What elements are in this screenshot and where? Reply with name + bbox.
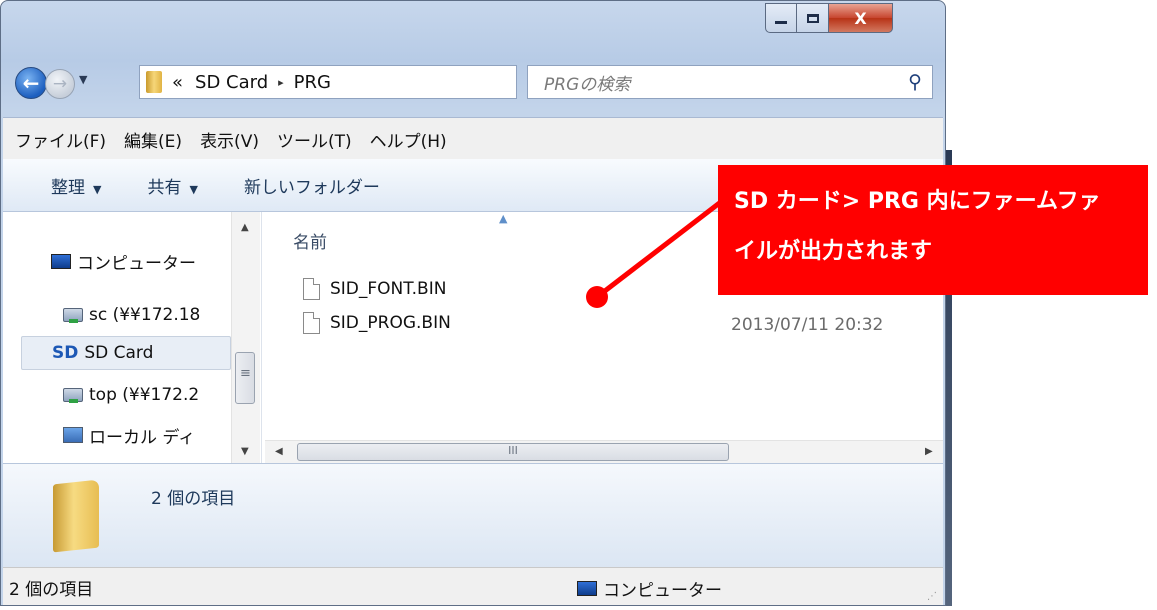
callout-line-1: SD カード> PRG 内にファームファ (734, 189, 1101, 214)
callout-dot (586, 286, 608, 308)
callout-pointer (586, 196, 728, 308)
callout-line (595, 196, 728, 299)
annotation-callout: SD カード> PRG 内にファームファ イルが出力されます (718, 165, 1148, 295)
callout-line-2: イルが出力されます (734, 239, 933, 264)
